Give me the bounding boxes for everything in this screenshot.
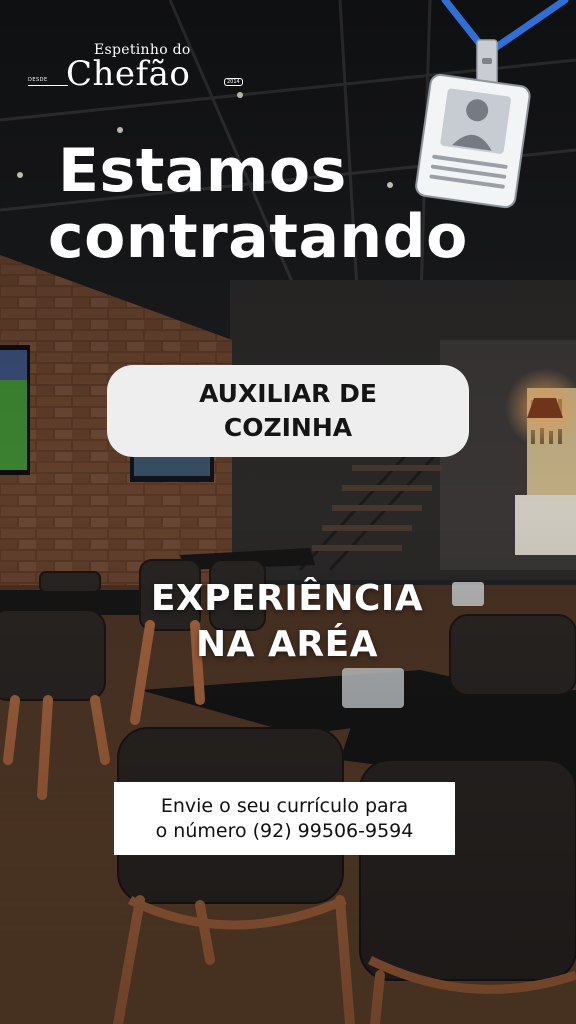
experience-requirement: EXPERIÊNCIA NA ARÉA: [110, 576, 464, 668]
logo-title: Chefão: [66, 54, 191, 94]
hiring-poster: Espetinho do Chefão DESDE 2014 Estamos c…: [0, 0, 576, 1024]
contact-box: Envie o seu currículo para o número (92)…: [114, 782, 455, 855]
experience-line-1: EXPERIÊNCIA: [150, 578, 424, 619]
job-position-pill: AUXILIAR DE COZINHA: [107, 365, 469, 457]
logo-since-label: DESDE: [28, 77, 48, 83]
experience-line-2: NA ARÉA: [195, 624, 379, 665]
contact-line-1: Envie o seu currículo para: [160, 794, 409, 817]
headline-line-1: Estamos: [58, 136, 347, 206]
brand-logo: Espetinho do Chefão DESDE 2014: [28, 38, 258, 102]
logo-divider: [28, 85, 68, 86]
headline-line-2: contratando: [48, 202, 468, 272]
job-position-label: AUXILIAR DE COZINHA: [199, 379, 377, 442]
logo-year: 2014: [224, 78, 243, 86]
contact-text: Envie o seu currículo para o número (92)…: [120, 794, 450, 844]
contact-line-2: o número (92) 99506-9594: [155, 819, 414, 842]
headline: Estamos contratando: [48, 136, 558, 270]
